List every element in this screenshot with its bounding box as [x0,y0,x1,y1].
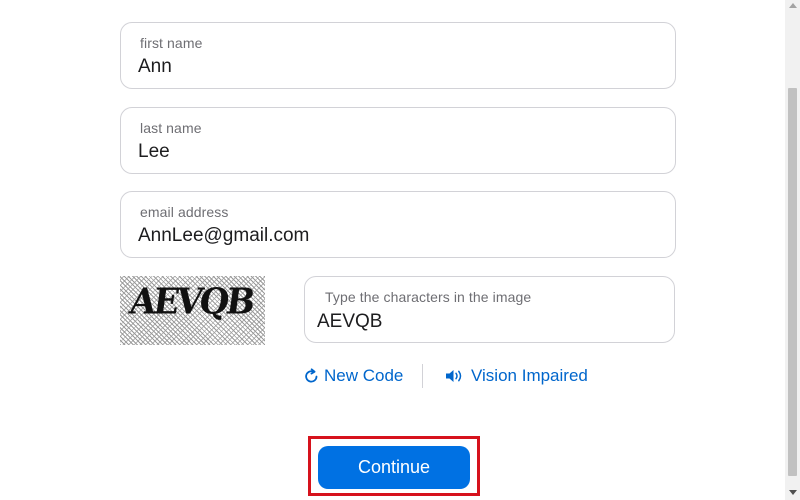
speaker-icon [445,368,467,384]
email-address-label: email address [140,204,229,220]
first-name-value[interactable]: Ann [138,56,172,78]
link-divider [422,364,423,388]
first-name-label: first name [140,35,203,51]
scroll-up-arrow-icon[interactable] [789,3,797,8]
captcha-input-field[interactable]: Type the characters in the image AEVQB [304,276,675,343]
last-name-field[interactable]: last name Lee [120,107,676,174]
captcha-input-value[interactable]: AEVQB [317,311,382,333]
continue-button[interactable]: Continue [318,446,470,489]
new-code-link[interactable]: New Code [303,365,403,387]
email-address-field[interactable]: email address AnnLee@gmail.com [120,191,676,258]
captcha-image: AEVQB [120,276,265,345]
scrollbar-thumb[interactable] [788,88,797,476]
refresh-icon [303,367,320,385]
page: first name Ann last name Lee email addre… [0,0,800,500]
captcha-input-label: Type the characters in the image [325,289,532,305]
last-name-value[interactable]: Lee [138,141,170,163]
email-address-value[interactable]: AnnLee@gmail.com [138,225,309,247]
scroll-down-arrow-icon[interactable] [789,490,797,495]
vertical-scrollbar[interactable] [785,0,800,500]
vision-impaired-label: Vision Impaired [471,366,588,385]
new-code-label: New Code [324,366,404,385]
vision-impaired-link[interactable]: Vision Impaired [445,365,588,387]
last-name-label: last name [140,120,202,136]
first-name-field[interactable]: first name Ann [120,22,676,89]
captcha-image-text: AEVQB [127,281,255,323]
